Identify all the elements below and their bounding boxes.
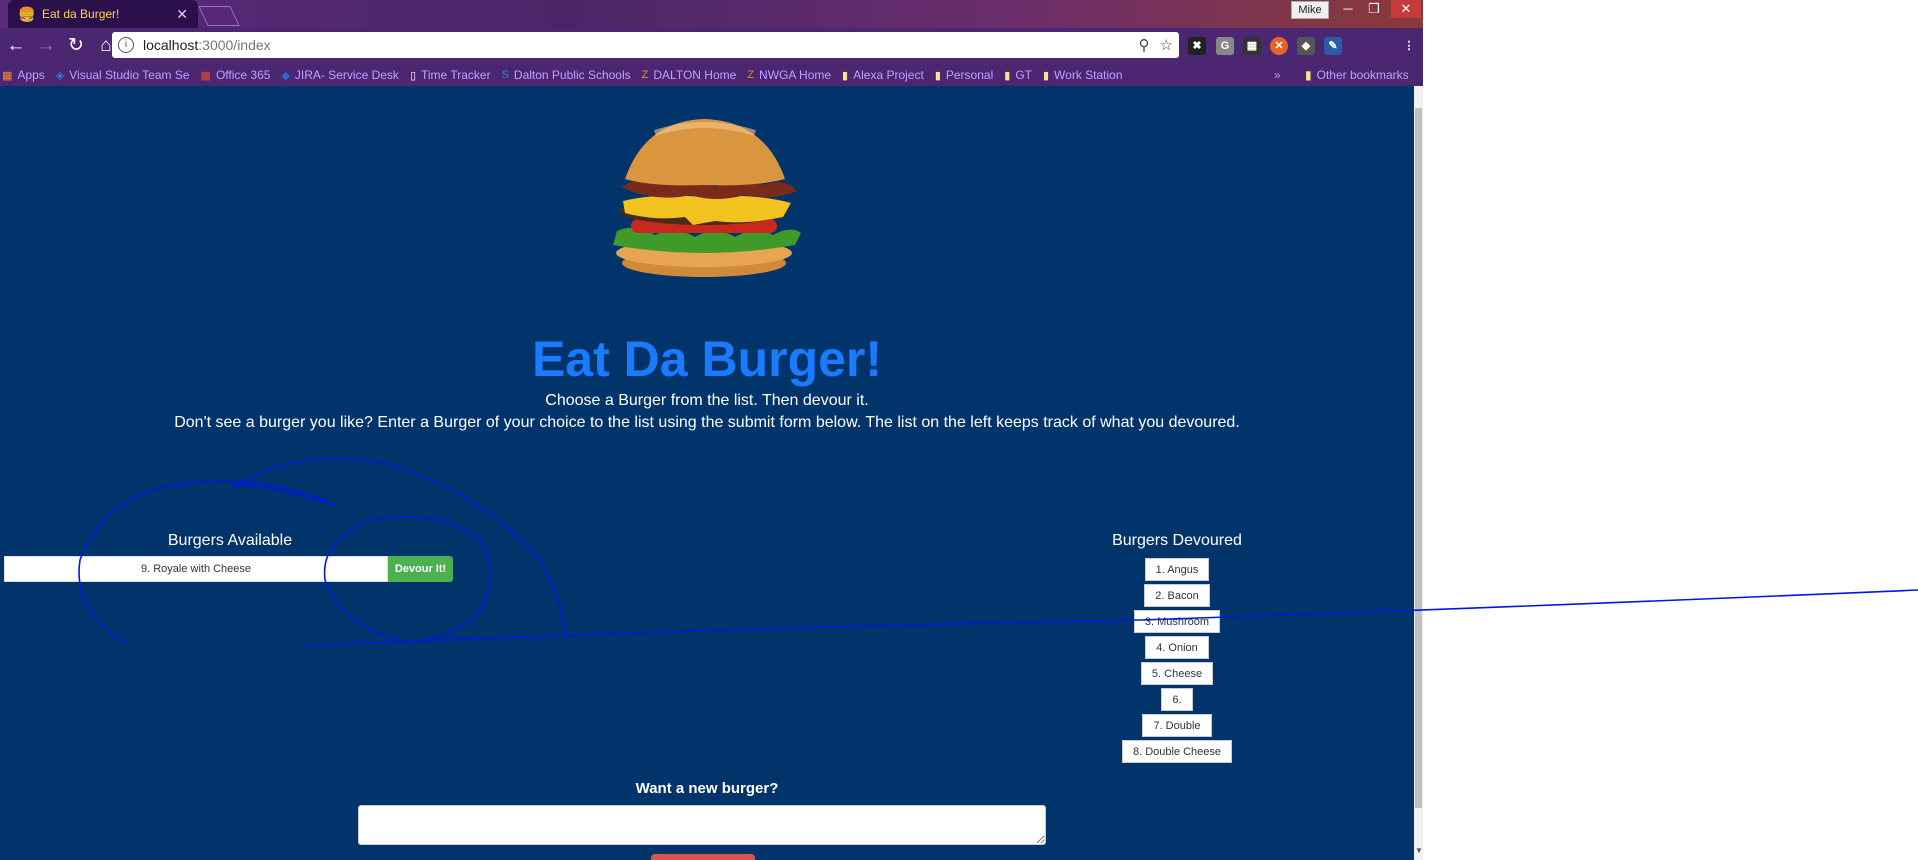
devoured-item: 2. Bacon — [1144, 584, 1210, 607]
tab-title: Eat da Burger! — [42, 7, 120, 21]
bookmark-star-icon[interactable]: ☆ — [1160, 36, 1173, 54]
bookmark-label: Apps — [17, 68, 45, 82]
available-burger-name: 9. Royale with Cheese — [4, 556, 388, 582]
bookmark-label: Work Station — [1054, 68, 1123, 82]
site-info-icon[interactable]: i — [118, 37, 134, 53]
bookmark-item[interactable]: Z NWGA Home — [747, 68, 831, 82]
bookmark-item[interactable]: ◆ JIRA- Service Desk — [281, 68, 399, 82]
burger-favicon-icon: 🍔 — [18, 6, 36, 22]
folder-icon: ▮ — [1004, 69, 1011, 82]
back-arrow-icon[interactable]: ← — [2, 32, 30, 60]
page-icon: ▯ — [409, 69, 416, 82]
url-host: localhost — [143, 37, 199, 53]
extension-6-icon[interactable]: ✎ — [1324, 37, 1342, 55]
devoured-item: 8. Double Cheese — [1121, 740, 1233, 763]
other-bookmarks[interactable]: ▮ Other bookmarks — [1305, 68, 1409, 82]
bookmarks-overflow-chevron[interactable]: » — [1274, 68, 1281, 82]
bookmark-item[interactable]: ▩ Office 365 — [201, 68, 271, 82]
devoured-item: 4. Onion — [1145, 636, 1209, 659]
z-icon: Z — [747, 69, 755, 81]
folder-icon: ▮ — [1305, 68, 1312, 82]
folder-icon: ▮ — [842, 69, 849, 82]
office-icon: ▩ — [200, 69, 211, 82]
new-burger-heading: Want a new burger? — [635, 780, 779, 797]
bookmark-item[interactable]: Z DALTON Home — [642, 68, 737, 82]
devoured-item: 6. — [1161, 688, 1193, 711]
burgers-devoured-heading: Burgers Devoured — [1112, 532, 1242, 549]
new-burger-input[interactable] — [358, 805, 1046, 845]
sharepoint-icon: S — [501, 69, 509, 81]
bookmark-item[interactable]: S Dalton Public Schools — [502, 68, 631, 82]
bookmark-label: Visual Studio Team Se — [69, 68, 190, 82]
profile-button[interactable]: Mike — [1291, 1, 1329, 19]
burger-image — [613, 119, 801, 277]
bookmark-label: Office 365 — [215, 68, 271, 82]
devour-button[interactable]: Devour It! — [388, 556, 453, 582]
tab-strip: 🍔 Eat da Burger! ✕ Mike ─ ❐ ✕ — [0, 0, 1423, 28]
bookmark-label: GT — [1015, 68, 1032, 82]
apps-grid-icon: ▦ — [2, 69, 13, 82]
scroll-down-arrow-icon[interactable]: ▼ — [1415, 846, 1423, 855]
z-icon: Z — [641, 69, 649, 81]
forward-arrow-icon[interactable]: → — [32, 32, 60, 60]
tab-close-icon[interactable]: ✕ — [176, 6, 188, 23]
submit-burger-button[interactable] — [651, 854, 755, 860]
minimize-icon[interactable]: ─ — [1335, 0, 1361, 18]
devoured-list: 1. Angus 2. Bacon 3. Mushroom 4. Onion 5… — [1077, 558, 1277, 766]
devoured-item: 3. Mushroom — [1133, 610, 1221, 633]
bookmark-item[interactable]: ▮ GT — [1004, 68, 1032, 82]
bookmark-label: Personal — [945, 68, 994, 82]
bookmark-item[interactable]: ▮ Personal — [935, 68, 993, 82]
page-subtitle-help: Don't see a burger you like? Enter a Bur… — [174, 414, 1240, 431]
other-bookmarks-label: Other bookmarks — [1316, 68, 1409, 82]
bookmark-label: DALTON Home — [653, 68, 737, 82]
available-burger-row: 9. Royale with Cheese Devour It! — [4, 556, 453, 582]
bookmark-item[interactable]: ◈ Visual Studio Team Se — [56, 68, 190, 82]
extension-1-icon[interactable]: ✖ — [1188, 37, 1206, 55]
devoured-item: 7. Double — [1142, 714, 1212, 737]
bookmark-label: JIRA- Service Desk — [294, 68, 399, 82]
reload-icon[interactable]: ↻ — [62, 32, 90, 60]
tab-eat-da-burger[interactable]: 🍔 Eat da Burger! ✕ — [8, 0, 198, 28]
bookmark-label: Alexa Project — [853, 68, 924, 82]
bookmark-label: Dalton Public Schools — [513, 68, 631, 82]
jira-icon: ◆ — [281, 69, 290, 82]
page-content: Eat Da Burger! Choose a Burger from the … — [0, 86, 1414, 860]
bookmark-label: Time Tracker — [421, 68, 491, 82]
scrollbar-thumb[interactable] — [1415, 108, 1422, 808]
browser-window: 🍔 Eat da Burger! ✕ Mike ─ ❐ ✕ ← → ↻ ⌂ i … — [0, 0, 1423, 860]
burgers-available-heading: Burgers Available — [167, 532, 293, 549]
bookmark-item[interactable]: ▮ Work Station — [1043, 68, 1123, 82]
page-subtitle-instructions: Choose a Burger from the list. Then devo… — [545, 392, 869, 409]
bookmark-item[interactable]: ▯ Time Tracker — [410, 68, 491, 82]
devoured-item: 1. Angus — [1144, 558, 1210, 581]
extension-grammarly-icon[interactable]: G — [1216, 37, 1234, 55]
new-tab-button[interactable] — [198, 6, 240, 26]
bookmark-label: NWGA Home — [759, 68, 832, 82]
restore-icon[interactable]: ❐ — [1361, 0, 1387, 18]
address-url[interactable]: localhost:3000/index — [143, 37, 1129, 53]
page-title: Eat Da Burger! — [531, 331, 883, 387]
vsts-icon: ◈ — [55, 69, 65, 82]
bookmark-item[interactable]: ▦ Apps — [2, 68, 45, 82]
address-bar[interactable]: i localhost:3000/index ⚲ ☆ — [112, 32, 1179, 58]
zoom-search-icon[interactable]: ⚲ — [1139, 36, 1150, 54]
window-close-icon[interactable]: ✕ — [1391, 0, 1421, 18]
extension-3-icon[interactable]: ▦ — [1243, 37, 1261, 55]
folder-icon: ▮ — [934, 69, 941, 82]
bookmark-item[interactable]: ▮ Alexa Project — [842, 68, 924, 82]
browser-toolbar: ← → ↻ ⌂ i localhost:3000/index ⚲ ☆ ✖ G ▦… — [0, 28, 1423, 64]
menu-kebab-icon[interactable]: ⋮ — [1400, 37, 1418, 55]
url-path: :3000/index — [198, 37, 271, 53]
bookmarks-bar: ▦ Apps ◈ Visual Studio Team Se ▩ Office 365… — [0, 64, 1423, 86]
folder-icon: ▮ — [1042, 69, 1050, 82]
extension-4-icon[interactable]: ✕ — [1270, 37, 1288, 55]
extension-5-icon[interactable]: ◆ — [1297, 37, 1315, 55]
devoured-item: 5. Cheese — [1140, 662, 1214, 685]
